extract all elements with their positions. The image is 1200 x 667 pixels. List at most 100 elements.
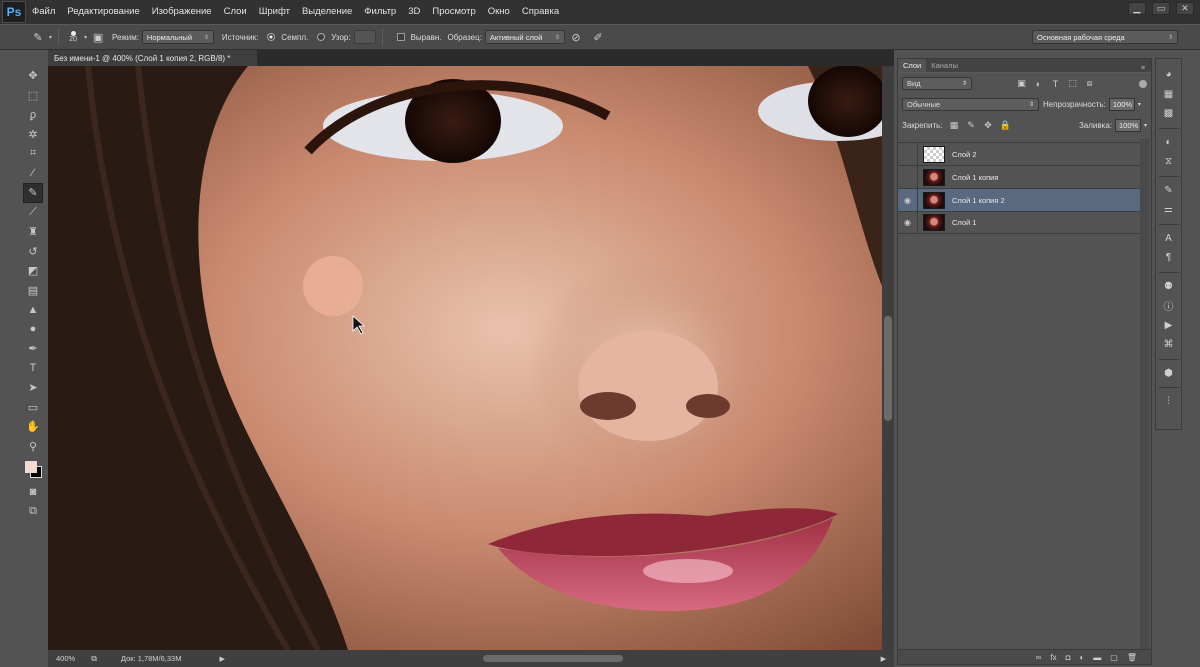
- link-layers-icon[interactable]: ∞: [1036, 653, 1042, 662]
- measurement-panel-icon[interactable]: ⫶: [1159, 392, 1179, 412]
- path-selection-tool-icon[interactable]: ➤: [23, 378, 43, 398]
- magic-wand-tool-icon[interactable]: ✲: [23, 125, 43, 145]
- menu-window[interactable]: Окно: [482, 0, 516, 24]
- filter-toggle-icon[interactable]: [1139, 79, 1147, 88]
- eye-icon[interactable]: ◉: [898, 211, 918, 234]
- menu-select[interactable]: Выделение: [296, 0, 358, 24]
- new-layer-icon[interactable]: ▢: [1110, 653, 1118, 662]
- history-panel-icon[interactable]: ⧖: [1159, 152, 1179, 172]
- menu-3d[interactable]: 3D: [402, 0, 426, 24]
- 3d-panel-icon[interactable]: ⬢: [1159, 364, 1179, 384]
- lasso-tool-icon[interactable]: ϼ: [23, 105, 43, 125]
- shape-tool-icon[interactable]: ▭: [23, 398, 43, 418]
- crop-tool-icon[interactable]: ⌗: [23, 144, 43, 164]
- canvas[interactable]: [48, 66, 882, 650]
- adjustments-panel-icon[interactable]: ◐: [1159, 133, 1179, 153]
- panel-menu-icon[interactable]: ≡: [1141, 65, 1145, 72]
- close-button[interactable]: ✕: [1176, 2, 1194, 15]
- new-group-icon[interactable]: ▬: [1093, 653, 1101, 662]
- quick-mask-icon[interactable]: ◙: [23, 482, 43, 502]
- pressure-size-icon[interactable]: ✐: [590, 29, 606, 45]
- add-mask-icon[interactable]: ◘: [1066, 653, 1071, 662]
- healing-brush-preset-icon[interactable]: ✎: [30, 29, 46, 45]
- move-tool-icon[interactable]: ✥: [23, 66, 43, 86]
- screen-mode-icon[interactable]: ⧉: [23, 502, 43, 522]
- foreground-color-swatch[interactable]: [25, 461, 37, 473]
- workspace-select[interactable]: Основная рабочая среда ⇕: [1032, 30, 1178, 44]
- layer-row[interactable]: Слой 1 копия: [898, 165, 1141, 189]
- delete-layer-icon[interactable]: 🗑: [1127, 653, 1137, 662]
- fill-input[interactable]: 100%: [1114, 119, 1141, 132]
- type-filter-icon[interactable]: T: [1050, 78, 1061, 89]
- export-icon[interactable]: ⧉: [91, 654, 97, 664]
- sample-select[interactable]: Активный слой ⇕: [484, 30, 565, 44]
- brush-panel-toggle-icon[interactable]: ▣: [90, 29, 106, 45]
- menu-filter[interactable]: Фильтр: [358, 0, 402, 24]
- maximize-button[interactable]: ▭: [1152, 2, 1170, 15]
- brush-size-picker[interactable]: 20: [65, 31, 81, 43]
- info-panel-icon[interactable]: ⓘ: [1159, 296, 1179, 316]
- smart-object-filter-icon[interactable]: ⧈: [1084, 78, 1095, 89]
- menu-type[interactable]: Шрифт: [253, 0, 296, 24]
- scroll-right-arrow-icon[interactable]: ▶: [881, 655, 886, 663]
- paths-panel-icon[interactable]: ⌘: [1159, 335, 1179, 355]
- pattern-picker[interactable]: [353, 30, 376, 44]
- lock-position-icon[interactable]: ✥: [983, 120, 994, 131]
- pattern-radio[interactable]: [317, 33, 326, 41]
- document-tab[interactable]: Без имени-1 @ 400% (Слой 1 копия 2, RGB/…: [48, 50, 258, 66]
- filter-kind-select[interactable]: Вид ⇕: [902, 77, 972, 90]
- preset-dropdown-arrow-icon[interactable]: ▾: [49, 34, 52, 41]
- eye-icon[interactable]: ◉: [898, 188, 918, 212]
- tab-channels[interactable]: Каналы: [926, 59, 963, 72]
- vertical-scrollbar[interactable]: [882, 66, 894, 650]
- layer-style-icon[interactable]: fx: [1050, 653, 1056, 662]
- opacity-arrow-icon[interactable]: ▾: [1138, 101, 1141, 108]
- brush-size-arrow-icon[interactable]: ▾: [84, 34, 87, 41]
- zoom-tool-icon[interactable]: ⚲: [23, 437, 43, 457]
- sampled-radio[interactable]: [267, 33, 276, 41]
- eraser-tool-icon[interactable]: ◩: [23, 261, 43, 281]
- menu-help[interactable]: Справка: [516, 0, 565, 24]
- status-menu-arrow-icon[interactable]: ▶: [219, 655, 224, 663]
- zoom-level[interactable]: 400%: [56, 654, 75, 663]
- horizontal-scroll-thumb[interactable]: [483, 655, 623, 662]
- styles-panel-icon[interactable]: ▩: [1159, 104, 1179, 124]
- swatches-panel-icon[interactable]: ▦: [1159, 85, 1179, 105]
- brush-presets-panel-icon[interactable]: ⚌: [1159, 200, 1179, 220]
- vertical-scroll-thumb[interactable]: [884, 316, 892, 421]
- visibility-toggle-hidden-icon[interactable]: [898, 142, 918, 166]
- fill-arrow-icon[interactable]: ▾: [1144, 122, 1147, 129]
- opacity-input[interactable]: 100%: [1108, 98, 1135, 111]
- healing-brush-tool-icon[interactable]: ✎: [23, 183, 43, 203]
- gradient-tool-icon[interactable]: ▤: [23, 281, 43, 301]
- hand-tool-icon[interactable]: ✋: [23, 417, 43, 437]
- lock-all-icon[interactable]: 🔒: [999, 120, 1010, 131]
- marquee-tool-icon[interactable]: ⬚: [23, 86, 43, 106]
- minimize-button[interactable]: ▁: [1128, 2, 1146, 15]
- type-tool-icon[interactable]: T: [23, 359, 43, 379]
- clone-stamp-tool-icon[interactable]: ♜: [23, 222, 43, 242]
- layer-row[interactable]: Слой 2: [898, 142, 1141, 166]
- visibility-toggle-hidden-icon[interactable]: [898, 165, 918, 189]
- menu-image[interactable]: Изображение: [146, 0, 218, 24]
- mode-select[interactable]: Нормальный ⇕: [141, 30, 214, 44]
- eyedropper-tool-icon[interactable]: ⁄: [23, 164, 43, 184]
- brush-panel-icon[interactable]: ✎: [1159, 181, 1179, 201]
- shape-filter-icon[interactable]: ⬚: [1067, 78, 1078, 89]
- menu-view[interactable]: Просмотр: [426, 0, 481, 24]
- clone-source-panel-icon[interactable]: ⚉: [1159, 277, 1179, 297]
- color-panel-icon[interactable]: ◕: [1159, 65, 1179, 85]
- lock-transparency-icon[interactable]: ▦: [949, 120, 960, 131]
- blur-tool-icon[interactable]: ▲: [23, 300, 43, 320]
- lock-pixels-icon[interactable]: ✎: [966, 120, 977, 131]
- layer-row-selected[interactable]: ◉ Слой 1 копия 2: [898, 188, 1141, 212]
- adjustment-layer-icon[interactable]: ◐: [1079, 653, 1084, 662]
- adjustment-filter-icon[interactable]: ◐: [1033, 78, 1044, 89]
- layer-row[interactable]: ◉ Слой 1: [898, 211, 1141, 234]
- ignore-adjustment-layers-icon[interactable]: ⊘: [568, 29, 584, 45]
- character-panel-icon[interactable]: A: [1159, 229, 1179, 249]
- menu-file[interactable]: Файл: [26, 0, 61, 24]
- layers-scrollbar[interactable]: [1140, 139, 1150, 649]
- history-brush-tool-icon[interactable]: ↺: [23, 242, 43, 262]
- pixel-filter-icon[interactable]: ▣: [1016, 78, 1027, 89]
